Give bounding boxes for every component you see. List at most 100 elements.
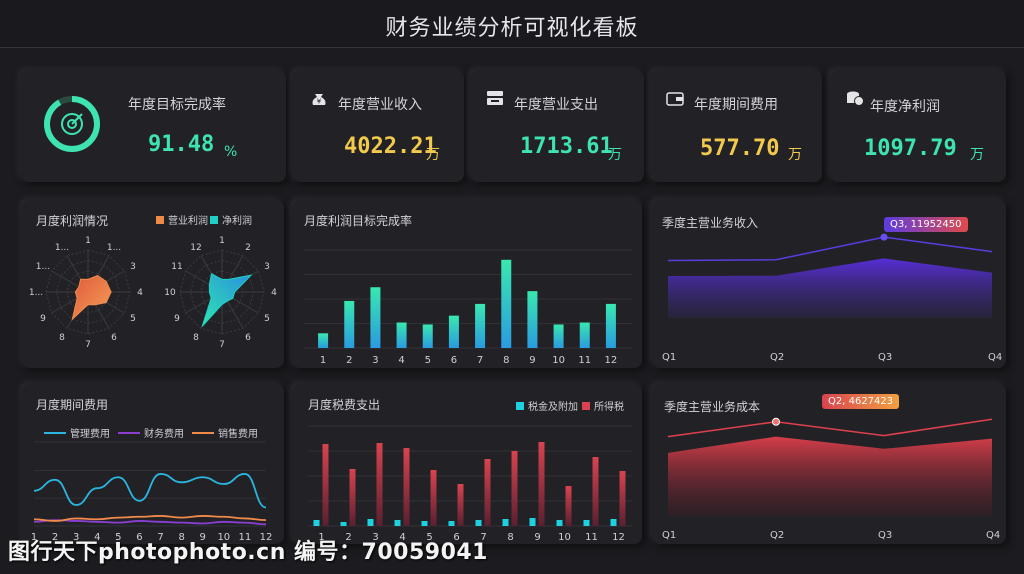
bar-income-tax-9 <box>538 442 545 526</box>
panel-quarter-cost: 季度主营业务成本 Q2, 4627423 Q1 Q2 Q3 Q4 <box>652 384 1006 544</box>
bar-month-10 <box>553 324 564 348</box>
radar-series-net-profit <box>201 273 253 327</box>
kpi-label: 年度营业支出 <box>514 97 598 113</box>
x-tick-label: 3 <box>372 355 378 366</box>
x-tick-label: 8 <box>507 532 513 543</box>
cost-point-q2 <box>772 417 780 426</box>
x-tick-label: 7 <box>477 355 483 366</box>
x-tick-label: 9 <box>529 355 535 366</box>
revenue-area <box>668 258 992 318</box>
x-tick-label: 12 <box>612 532 625 543</box>
radar-tick-label: 1... <box>29 288 43 298</box>
kpi-card-expense[interactable]: 年度营业支出 1713.61 万 <box>470 70 644 182</box>
x-tick-label: 12 <box>605 355 618 366</box>
bar-income-tax-11 <box>592 457 599 526</box>
bar-tax-surcharge-3 <box>367 519 374 526</box>
profit-target-bar-chart: 1 2 3 4 5 6 7 8 9 10 11 12 <box>304 249 632 366</box>
x-tick-label: 5 <box>425 355 431 366</box>
bar-tax-surcharge-7 <box>475 520 482 526</box>
svg-text:¥: ¥ <box>317 98 322 106</box>
bar-tax-surcharge-5 <box>421 521 428 526</box>
bar-month-9 <box>527 291 538 348</box>
line-finance-expense <box>33 519 267 526</box>
bar-income-tax-5 <box>430 470 437 526</box>
x-tick-label: 11 <box>585 532 598 543</box>
kpi-card-net-profit[interactable]: 年度净利润 1097.79 万 <box>830 70 1006 182</box>
bar-income-tax-10 <box>565 486 572 526</box>
x-tick-label: Q1 <box>662 352 676 363</box>
bar-month-3 <box>370 287 381 348</box>
kpi-card-period-expense[interactable]: 年度期间费用 577.70 万 <box>650 70 822 182</box>
radar-tick-label: 6 <box>111 333 117 343</box>
kpi-value: 1097.79 <box>864 136 957 161</box>
cost-area <box>668 436 992 516</box>
kpi-unit: 万 <box>788 147 802 163</box>
radar-tick-label: 1... <box>107 243 121 253</box>
bar-income-tax-7 <box>484 459 491 526</box>
bar-tax-surcharge-10 <box>556 520 563 526</box>
panel-profit-target: 月度利润目标完成率 1 2 3 4 5 6 7 8 9 10 11 12 <box>292 200 642 368</box>
kpi-label: 年度净利润 <box>870 99 940 115</box>
radar-tick-label: 1... <box>55 243 69 253</box>
watermark: 图行天下photophoto.cn 编号：70059041 <box>8 540 488 565</box>
bar-month-11 <box>579 322 590 348</box>
period-expense-line-chart: 1 2 3 4 5 6 7 8 9 10 11 12 <box>31 441 272 543</box>
bar-income-tax-8 <box>511 451 518 526</box>
bar-month-12 <box>605 303 616 348</box>
x-tick-label: 4 <box>398 355 404 366</box>
radar-tick-label: 11 <box>171 262 182 272</box>
x-tick-label: 6 <box>451 355 457 366</box>
kpi-label: 年度目标完成率 <box>128 97 226 113</box>
x-tick-label: Q2 <box>770 530 784 541</box>
quarter-cost-area-chart: Q1 Q2 Q3 Q4 <box>662 417 1000 541</box>
panel-profit-radar: 月度利润情况 营业利润 净利润 1 1... 3 4 5 6 7 8 9 1... 1... 1...… <box>22 200 284 368</box>
radar-tick-label: 2 <box>245 243 251 253</box>
radar-tick-label: 5 <box>130 314 136 324</box>
kpi-value: 1713.61 <box>520 134 613 159</box>
x-tick-label: Q3 <box>878 530 892 541</box>
radar-tick-label: 9 <box>40 314 46 324</box>
panel-tax: 月度税费支出 税金及附加 所得税 1 2 3 4 5 6 7 8 9 10 11 12 <box>292 384 642 544</box>
bar-tax-surcharge-12 <box>610 519 617 526</box>
kpi-value: 4022.21 <box>344 134 437 159</box>
radar-tick-label: 4 <box>271 288 277 298</box>
x-tick-label: 8 <box>503 355 509 366</box>
kpi-label: 年度期间费用 <box>694 97 778 113</box>
radar-tick-label: 1 <box>219 236 225 246</box>
money-bag-icon: ¥ <box>312 94 326 106</box>
revenue-line <box>667 236 993 262</box>
x-tick-label: Q4 <box>988 352 1002 363</box>
radar-tick-label: 6 <box>245 333 251 343</box>
radar-tick-label: 3 <box>130 262 136 272</box>
kpi-unit: 万 <box>426 147 440 163</box>
bar-tax-surcharge-8 <box>502 519 509 526</box>
kpi-unit: 万 <box>608 147 622 163</box>
kpi-unit: % <box>224 144 238 160</box>
radar-tick-label: 4 <box>137 288 143 298</box>
cost-line <box>667 418 993 438</box>
bar-tax-surcharge-6 <box>448 521 455 526</box>
panel-period-expense: 月度期间费用 管理费用 财务费用 销售费用 1 2 3 4 5 6 7 8 9 10 11 12 <box>22 384 284 544</box>
kpi-card-revenue[interactable]: ¥ 年度营业收入 4022.21 万 <box>292 70 464 182</box>
radar-tick-label: 5 <box>264 314 270 324</box>
wallet-icon <box>666 92 684 106</box>
bar-tax-surcharge-4 <box>394 520 401 526</box>
coin-stack-icon <box>847 91 864 106</box>
bar-tax-surcharge-9 <box>529 518 536 526</box>
radar-tick-label: 9 <box>174 314 180 324</box>
x-tick-label: Q4 <box>986 530 1000 541</box>
radar-chart: 11...34567891...1...1...123456789101112 <box>29 236 277 350</box>
x-tick-label: 1 <box>320 355 326 366</box>
bar-income-tax-4 <box>403 448 410 526</box>
bar-month-8 <box>501 259 512 348</box>
radar-series-operating-profit <box>71 275 112 321</box>
bar-income-tax-12 <box>619 471 626 526</box>
target-ring-icon <box>44 96 100 152</box>
quarter-revenue-area-chart: Q1 Q2 Q3 Q4 <box>662 233 1002 363</box>
dashboard-title: 财务业绩分析可视化看板 <box>385 16 639 41</box>
panel-quarter-revenue: 季度主营业务收入 Q3, 11952450 Q1 Q2 Q3 Q4 <box>652 200 1006 368</box>
x-tick-label: Q3 <box>878 352 892 363</box>
x-tick-label: 10 <box>558 532 571 543</box>
kpi-card-target-rate[interactable]: 年度目标完成率 91.48 % <box>20 70 286 182</box>
radar-tick-label: 1 <box>85 236 91 246</box>
